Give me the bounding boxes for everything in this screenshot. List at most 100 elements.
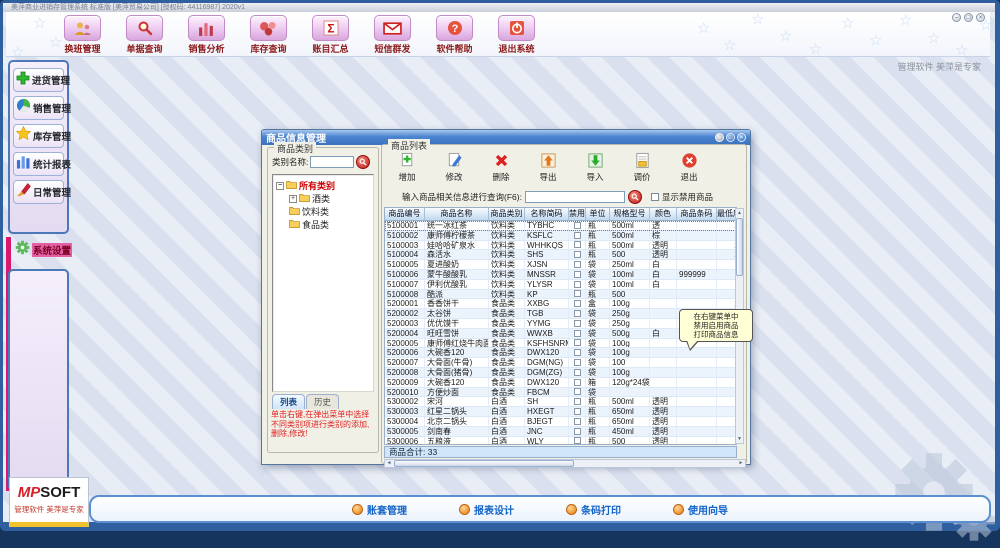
column-header-名称简码[interactable]: 名称简码 (525, 208, 569, 221)
toolbar-button-销售分析[interactable]: 销售分析 (182, 14, 231, 55)
disabled-checkbox[interactable] (574, 408, 581, 415)
dialog-button-调价[interactable]: 调价 (623, 151, 661, 183)
sidebar-item-统计报表[interactable]: 统计报表 (13, 152, 64, 176)
table-row[interactable]: 5100008酷派饮料类KP瓶5000 (385, 290, 736, 300)
table-row[interactable]: 5300006五粮液白酒WLY瓶500透明6 (385, 437, 736, 445)
sidebar-item-settings[interactable]: 系统设置 (15, 240, 72, 260)
disabled-checkbox[interactable] (574, 300, 581, 307)
collapse-icon[interactable]: − (276, 182, 284, 190)
disabled-checkbox[interactable] (574, 251, 581, 258)
table-row[interactable]: 5100002康师傅柠檬茶饮料类KSFLC瓶500ml棕0 (385, 231, 736, 241)
scroll-left-icon[interactable]: ◄ (385, 460, 393, 467)
table-row[interactable]: 5200009大碗香120食品类DWX120箱120g*24袋0 (385, 378, 736, 388)
column-header-商品条码[interactable]: 商品条码 (677, 208, 717, 221)
disabled-checkbox[interactable] (574, 241, 581, 248)
sidebar-item-销售管理[interactable]: 销售管理 (13, 96, 64, 120)
disabled-checkbox[interactable] (574, 428, 581, 435)
dialog-maximize-icon[interactable]: □ (726, 133, 735, 142)
category-name-input[interactable] (310, 156, 354, 168)
table-row[interactable]: 5100006蒙牛酸酸乳饮料类MNSSR袋100ml白9999990 (385, 270, 736, 280)
table-row[interactable]: 5200001香香饼干食品类XXBG盒100g10 (385, 299, 736, 309)
table-row[interactable]: 5300002宋河白酒SH瓶500ml透明9 (385, 397, 736, 407)
dialog-button-导出[interactable]: 导出 (529, 151, 567, 183)
show-disabled-checkbox[interactable] (651, 193, 659, 201)
column-header-商品名称[interactable]: 商品名称 (425, 208, 489, 221)
scrollbar-thumb[interactable] (394, 460, 574, 467)
minimize-icon[interactable]: – (952, 13, 961, 22)
table-row[interactable]: 5300003红星二锅头白酒HXEGT瓶650ml透明6 (385, 407, 736, 417)
disabled-checkbox[interactable] (574, 349, 581, 356)
disabled-checkbox[interactable] (574, 339, 581, 346)
disabled-checkbox[interactable] (574, 418, 581, 425)
sidebar-item-进货管理[interactable]: 进货管理 (13, 68, 64, 92)
table-row[interactable]: 5100005夏进酸奶饮料类XJSN袋250ml白0 (385, 260, 736, 270)
dialog-button-导入[interactable]: 导入 (576, 151, 614, 183)
disabled-checkbox[interactable] (574, 290, 581, 297)
footer-link-使用向导[interactable]: 使用向导 (673, 502, 728, 517)
table-row[interactable]: 5200008大骨面(猪骨)食品类DGM(ZG)袋100g0 (385, 368, 736, 378)
footer-link-条码打印[interactable]: 条码打印 (566, 502, 621, 517)
table-row[interactable]: 5200007大骨面(牛骨)食品类DGM(NG)袋1000 (385, 358, 736, 368)
close-icon[interactable]: × (976, 13, 985, 22)
toolbar-button-退出系统[interactable]: 退出系统 (492, 14, 541, 55)
tab-列表[interactable]: 列表 (272, 394, 305, 409)
table-row[interactable]: 5300005剑南春白酒JNC瓶450ml透明6 (385, 427, 736, 437)
product-search-button[interactable] (628, 190, 642, 204)
dialog-titlebar[interactable]: 商品信息管理 – □ × (262, 130, 750, 145)
scroll-down-icon[interactable]: ▼ (736, 435, 743, 443)
sidebar-item-日常管理[interactable]: 日常管理 (13, 180, 64, 204)
dialog-close-icon[interactable]: × (737, 133, 746, 142)
maximize-icon[interactable]: □ (964, 13, 973, 22)
dialog-minimize-icon[interactable]: – (715, 133, 724, 142)
toolbar-button-账目汇总[interactable]: Σ账目汇总 (306, 14, 355, 55)
column-header-商品类别[interactable]: 商品类别 (489, 208, 525, 221)
expand-icon[interactable]: + (289, 195, 297, 203)
table-row[interactable]: 5200006大碗香120食品类DWX120袋100g0 (385, 348, 736, 358)
disabled-checkbox[interactable] (574, 369, 581, 376)
table-row[interactable]: 5100003娃哈哈矿泉水饮料类WHHKQS瓶500ml透明12 (385, 241, 736, 251)
column-header-颜色[interactable]: 颜色 (650, 208, 677, 221)
tree-node-root[interactable]: −所有类别 (276, 179, 373, 192)
dialog-button-修改[interactable]: 修改 (435, 151, 473, 183)
product-search-input[interactable] (525, 191, 625, 203)
table-row[interactable]: 5100004森活水饮料类SHS瓶500透明12 (385, 250, 736, 260)
disabled-checkbox[interactable] (574, 271, 581, 278)
table-row[interactable]: 5100001统一冰红茶饮料类TYBHC瓶500ml透12 (385, 221, 736, 231)
toolbar-button-单据查询[interactable]: 单据查询 (120, 14, 169, 55)
tree-node-食品类[interactable]: 食品类 (289, 218, 373, 231)
disabled-checkbox[interactable] (574, 232, 581, 239)
disabled-checkbox[interactable] (574, 330, 581, 337)
footer-link-报表设计[interactable]: 报表设计 (459, 502, 514, 517)
dialog-button-退出[interactable]: 退出 (670, 151, 708, 183)
column-header-商品编号[interactable]: 商品编号 (385, 208, 425, 221)
scroll-right-icon[interactable]: ► (737, 460, 745, 467)
tab-历史[interactable]: 历史 (306, 394, 339, 409)
disabled-checkbox[interactable] (574, 320, 581, 327)
column-header-单位[interactable]: 单位 (586, 208, 610, 221)
scroll-up-icon[interactable]: ▲ (736, 209, 743, 217)
scrollbar-thumb[interactable] (736, 218, 743, 276)
column-header-规格型号[interactable]: 规格型号 (610, 208, 650, 221)
table-row[interactable]: 5100007伊利优酸乳饮料类YLYSR袋100ml白0 (385, 280, 736, 290)
sidebar-item-库存管理[interactable]: 库存管理 (13, 124, 64, 148)
toolbar-button-库存查询[interactable]: 库存查询 (244, 14, 293, 55)
tree-node-酒类[interactable]: +酒类 (289, 192, 373, 205)
column-header-最低库存[interactable]: 最低库存 (717, 208, 737, 221)
tree-node-饮料类[interactable]: 饮料类 (289, 205, 373, 218)
category-search-button[interactable] (356, 155, 370, 169)
disabled-checkbox[interactable] (574, 310, 581, 317)
table-row[interactable]: 5200010方便炒面食品类FBCM袋0 (385, 388, 736, 398)
disabled-checkbox[interactable] (574, 388, 581, 395)
dialog-button-增加[interactable]: 增加 (388, 151, 426, 183)
toolbar-button-短信群发[interactable]: 短信群发 (368, 14, 417, 55)
disabled-checkbox[interactable] (574, 379, 581, 386)
dialog-button-删除[interactable]: 删除 (482, 151, 520, 183)
disabled-checkbox[interactable] (574, 437, 581, 444)
disabled-checkbox[interactable] (574, 398, 581, 405)
disabled-checkbox[interactable] (574, 222, 581, 229)
column-header-禁用[interactable]: 禁用 (569, 208, 586, 221)
footer-link-账套管理[interactable]: 账套管理 (352, 502, 407, 517)
disabled-checkbox[interactable] (574, 359, 581, 366)
disabled-checkbox[interactable] (574, 281, 581, 288)
table-row[interactable]: 5300004北京二锅头白酒BJEGT瓶650ml透明6 (385, 417, 736, 427)
